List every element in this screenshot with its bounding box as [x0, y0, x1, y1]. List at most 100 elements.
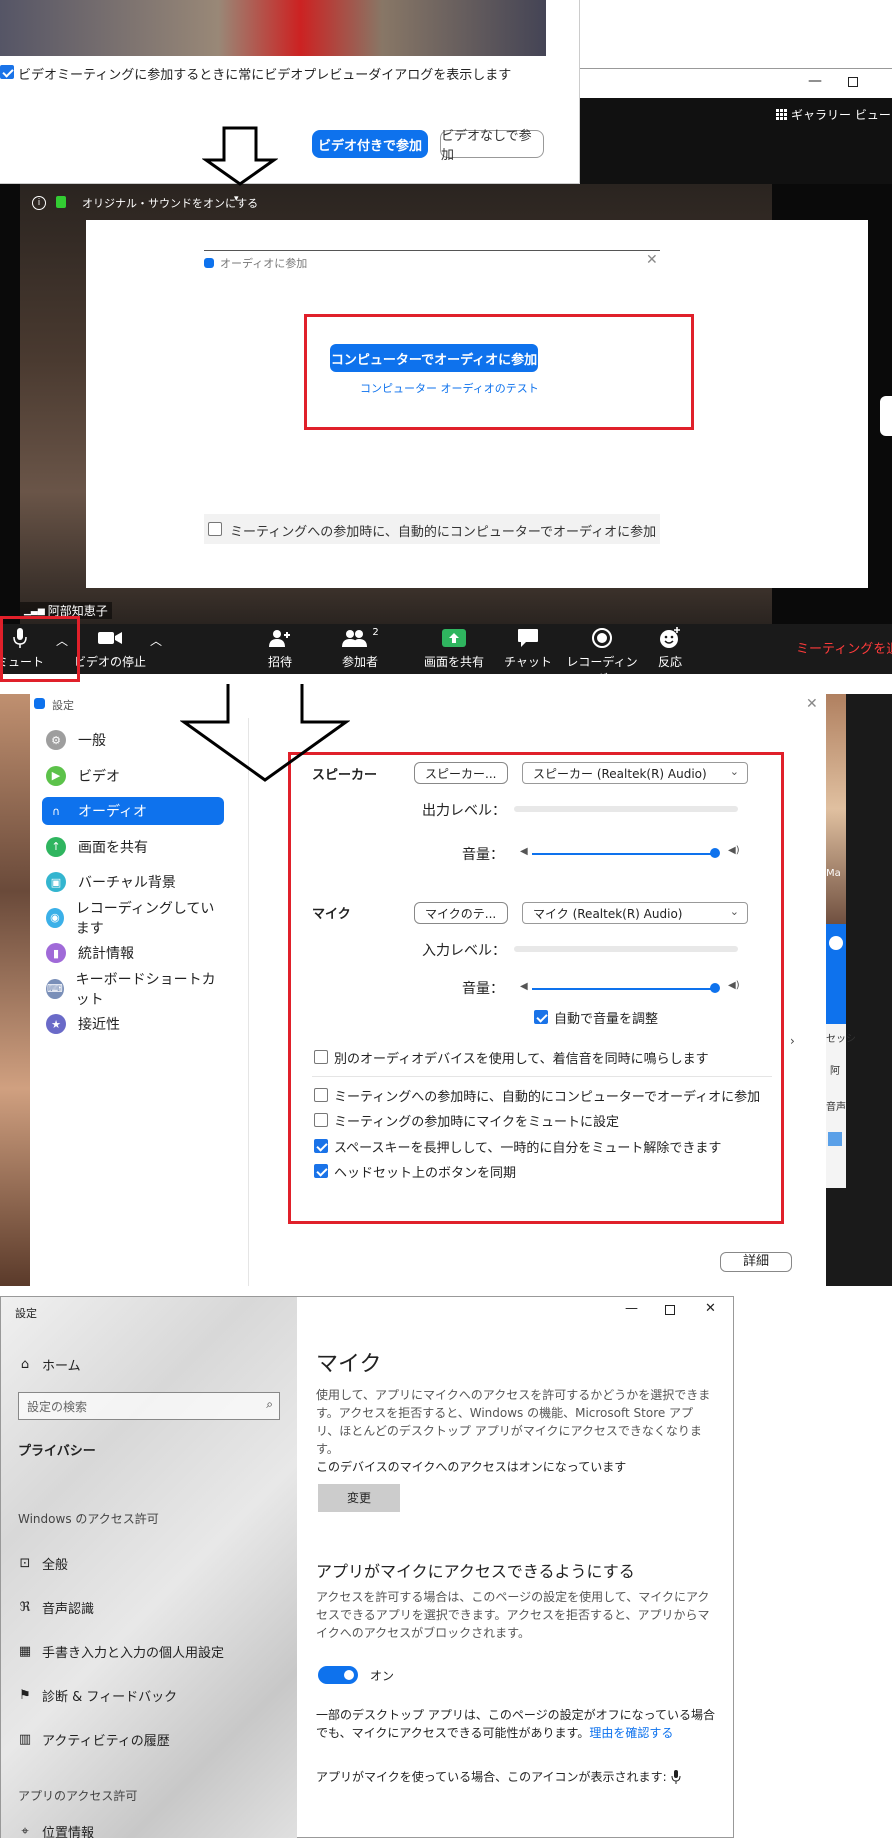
windows-perm-item[interactable]: ▥ アクティビティの履歴	[14, 1730, 170, 1749]
side-handle[interactable]	[880, 396, 892, 436]
home-icon: ⌂	[20, 1357, 30, 1372]
leave-meeting-button[interactable]: ミーティングを退	[796, 638, 892, 657]
chat-button[interactable]: チャット	[488, 626, 568, 670]
sidebar-item-headphone[interactable]: ∩ オーディオ	[42, 797, 224, 825]
keyboard-icon: ⌨	[46, 978, 64, 999]
settings-title: 設定	[52, 699, 74, 712]
teamviewer-icon	[829, 936, 843, 950]
settings-search-input[interactable]: 設定の検索 ⌕	[18, 1392, 280, 1420]
dialog-top-line	[204, 250, 660, 251]
advanced-button[interactable]: 詳細	[720, 1252, 792, 1272]
desktop-apps-note: 一部のデスクトップ アプリは、このページの設定がオフになっている場合でも、マイク…	[316, 1708, 715, 1740]
panel-expand-chevron-icon[interactable]: ›	[790, 1034, 795, 1048]
sidebar-item-background[interactable]: ▣ バーチャル背景	[42, 868, 224, 896]
windows-perm-item[interactable]: ⊡ 全般	[14, 1554, 68, 1573]
stats-icon: ▮	[46, 943, 66, 963]
settings-close-icon[interactable]: ✕	[806, 696, 818, 712]
reactions-button[interactable]: 反応	[630, 626, 710, 670]
video-preview-dialog: ビデオミーティングに参加するときに常にビデオプレビューダイアログを表示します ビ…	[0, 0, 580, 184]
win-minimize-icon[interactable]: —	[625, 1301, 638, 1316]
highlight-mute	[0, 616, 80, 682]
win-maximize-icon[interactable]	[665, 1305, 675, 1315]
add-user-icon	[240, 626, 320, 650]
video-options-chevron-icon[interactable]: ︿	[150, 632, 162, 649]
video-icon: ▶	[46, 765, 66, 786]
share-screen-button[interactable]: 画面を共有	[414, 626, 494, 670]
sidebar-item-record[interactable]: ◉ レコーディングしています	[42, 901, 224, 937]
speech-icon: ℜ	[19, 1600, 31, 1615]
windows-perm-item[interactable]: ⚑ 診断 & フィードバック	[14, 1686, 177, 1705]
join-with-video-button[interactable]: ビデオ付きで参加	[312, 130, 428, 158]
sidebar-item-stats[interactable]: ▮ 統計情報	[42, 939, 224, 967]
participants-icon: 2	[320, 626, 400, 650]
app-access-toggle[interactable]	[318, 1666, 358, 1684]
sidebar-item-label: 統計情報	[78, 946, 134, 962]
sidebar-item-label: キーボードショートカット	[75, 971, 216, 1008]
dropdown-caret-icon[interactable]: ▾	[234, 194, 239, 204]
background-video-left	[0, 694, 30, 1286]
participants-button[interactable]: 2 参加者	[320, 626, 400, 670]
sidebar-item-label: レコーディングしています	[75, 900, 215, 937]
sidebar-item-keyboard[interactable]: ⌨ キーボードショートカット	[42, 972, 224, 1008]
zoom-dark-area: ギャラリー ビュー	[580, 98, 892, 184]
join-without-video-button[interactable]: ビデオなしで参加	[440, 129, 544, 163]
right-audio-label: 音声	[826, 1102, 846, 1113]
feedback-icon: ⚑	[19, 1688, 31, 1703]
sidebar-item-label: バーチャル背景	[78, 875, 176, 891]
learn-why-link[interactable]: 理由を確認する	[589, 1726, 673, 1740]
mic-page-heading: マイク	[316, 1352, 382, 1377]
always-preview-checkbox[interactable]	[0, 65, 14, 79]
win-close-icon[interactable]: ✕	[705, 1301, 716, 1316]
app-perms-heading: アプリのアクセス許可	[18, 1789, 138, 1803]
location-nav[interactable]: ⌖ 位置情報	[14, 1822, 94, 1838]
stop-video-button[interactable]: ビデオの停止	[70, 626, 150, 670]
settings-sidebar-divider	[248, 718, 249, 1286]
sidebar-item-label: オーディオ	[78, 804, 148, 820]
search-icon: ⌕	[266, 1397, 273, 1411]
change-button[interactable]: 変更	[318, 1484, 400, 1512]
down-arrow-2	[180, 684, 350, 782]
windows-perm-item[interactable]: ℜ 音声認識	[14, 1598, 94, 1617]
original-sound-button[interactable]: オリジナル・サウンドをオンにする	[82, 195, 258, 211]
down-arrow-1	[202, 126, 278, 186]
sidebar-item-label: 一般	[78, 733, 106, 749]
share-screen-icon	[414, 626, 494, 650]
settings-logo-icon	[34, 698, 45, 709]
sidebar-item-share[interactable]: ↑ 画面を共有	[42, 833, 224, 861]
notebook-icon: ▦	[18, 1644, 32, 1659]
zoom-logo-icon	[204, 258, 214, 268]
sidebar-item-label: ビデオ	[78, 768, 120, 785]
windows-title: 設定	[15, 1307, 37, 1320]
auto-join-checkbox[interactable]	[208, 522, 222, 536]
windows-perm-item[interactable]: ▦ 手書き入力と入力の個人用設定	[14, 1642, 224, 1661]
dialog-title: オーディオに参加	[220, 257, 308, 270]
preview-video-frame	[0, 0, 546, 56]
mic-page-desc: 使用して、アプリにマイクへのアクセスを許可するかどうかを選択できます。アクセスを…	[316, 1388, 711, 1456]
signal-icon: ▁▃▅	[24, 605, 45, 616]
sidebar-item-label: 接近性	[78, 1017, 120, 1033]
sidebar-item-accessibility[interactable]: ★ 接近性	[42, 1010, 224, 1038]
invite-button[interactable]: 招待	[240, 626, 320, 670]
smiley-icon	[630, 626, 710, 650]
home-nav[interactable]: ⌂ ホーム	[14, 1355, 81, 1374]
auto-join-label: ミーティングへの参加時に、自動的にコンピューターでオーディオに参加	[230, 525, 657, 540]
mic-icon	[671, 1769, 681, 1784]
chat-icon	[488, 626, 568, 650]
maximize-icon[interactable]	[848, 77, 858, 87]
gallery-view-button[interactable]: ギャラリー ビュー	[776, 106, 891, 123]
right-name-label: 阿	[830, 1066, 840, 1077]
lock-icon: ⊡	[19, 1556, 31, 1571]
left-dark-strip	[0, 184, 20, 624]
highlight-join-audio	[304, 314, 694, 430]
right-video-thumb	[826, 694, 846, 924]
right-ma-label: Ma	[826, 868, 841, 879]
background-right-panel: Ma セッシ 阿 音声 マ ミ	[826, 694, 892, 1286]
info-icon[interactable]: i	[32, 196, 46, 210]
icon-note-text: アプリがマイクを使っている場合、このアイコンが表示されます:	[316, 1768, 681, 1785]
location-icon: ⌖	[21, 1824, 29, 1838]
close-icon[interactable]: ✕	[646, 252, 658, 268]
background-icon: ▣	[46, 872, 66, 892]
video-camera-icon	[70, 626, 150, 650]
lock-icon	[56, 196, 66, 208]
minimize-icon[interactable]: —	[808, 73, 822, 89]
